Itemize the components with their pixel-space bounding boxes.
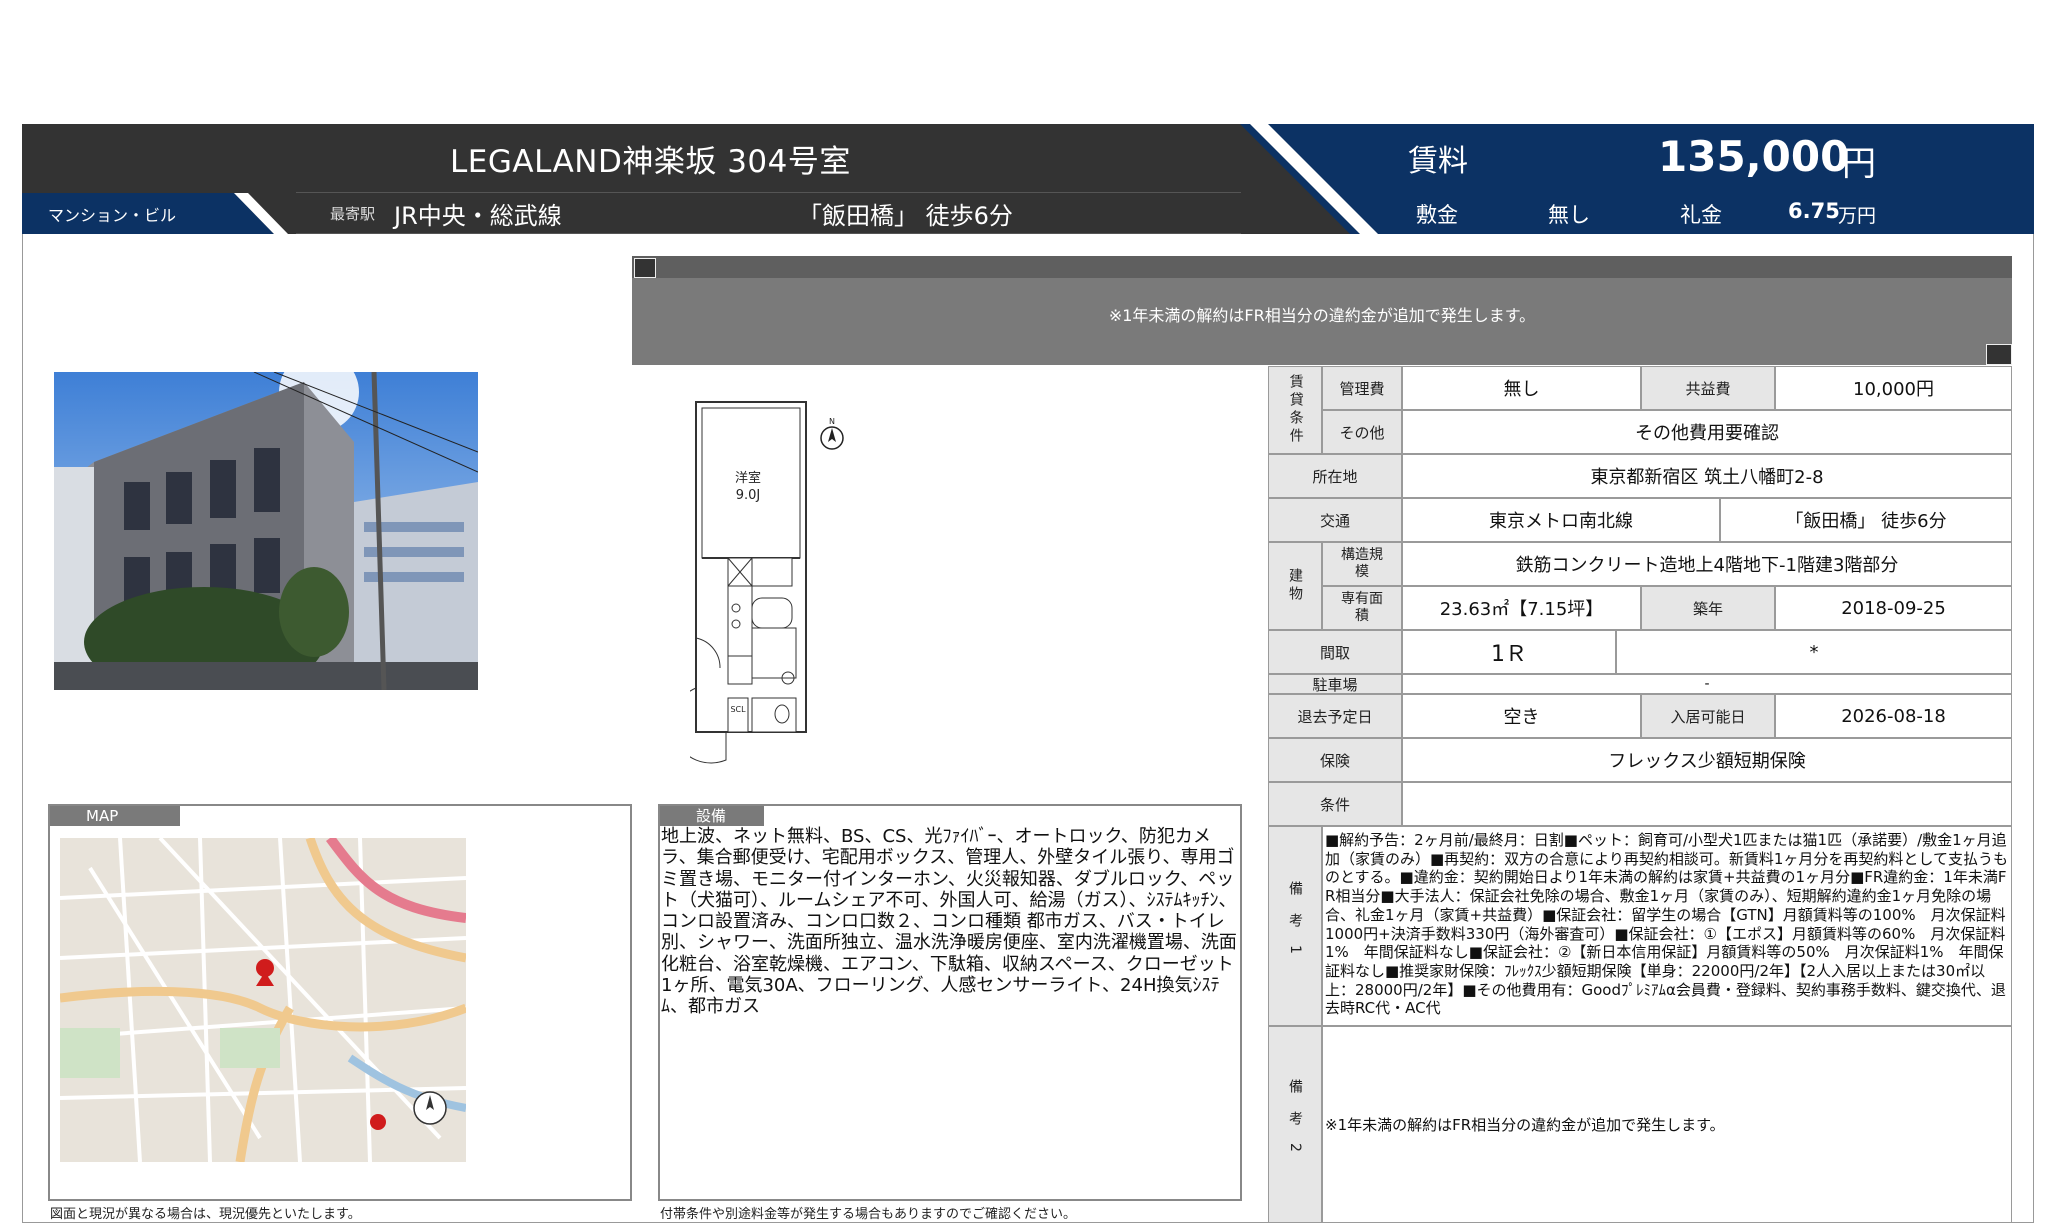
rent-terms-label: 賃貸条件 [1268, 366, 1322, 454]
parking-label: 駐車場 [1268, 674, 1402, 694]
header-divider [1240, 124, 1410, 234]
address-value: 東京都新宿区 筑土八幡町2-8 [1402, 454, 2012, 498]
management-fee-value: 無し [1402, 366, 1641, 410]
deposit-value: 無し [1548, 203, 1590, 227]
remarks1-text: ■解約予告：2ヶ月前/最終月：日割■ペット：飼育可/小型犬1匹または猫1匹（承諾… [1325, 831, 2008, 1018]
insurance-label: 保険 [1268, 738, 1402, 782]
layout-value: 1Ｒ [1402, 630, 1616, 674]
address-label: 所在地 [1268, 454, 1402, 498]
structure-label: 構造規模 [1322, 542, 1402, 586]
insurance-value: フレックス少額短期保険 [1402, 738, 2012, 782]
notice-banner-strip [632, 256, 2012, 278]
closet-label: SCL [730, 705, 746, 714]
north-label: N [829, 417, 835, 426]
management-fee-label: 管理費 [1322, 366, 1402, 410]
station-label: 最寄駅 [330, 205, 376, 223]
layout-label: 間取 [1268, 630, 1402, 674]
room-label: 洋室 [735, 470, 761, 486]
vacate-date-value: 空き [1402, 694, 1641, 738]
rent-value: 135,000 [1658, 132, 1850, 181]
key-money-unit: 万円 [1838, 205, 1877, 227]
rent-label: 賃料 [1408, 144, 1468, 179]
parking-value: - [1402, 674, 2012, 694]
conditions-value [1402, 782, 2012, 826]
area-label: 専有面積 [1322, 586, 1402, 630]
equipment-footnote: 付帯条件や別途料金等が発生する場合もありますのでご確認ください。 [660, 1207, 1077, 1222]
equipment-text: 地上波、ネット無料、BS、CS、光ﾌｧｲﾊﾞｰ、オートロック、防犯カメラ、集合郵… [661, 826, 1237, 1018]
building-label: 建物 [1268, 542, 1322, 630]
map-tab: MAP [50, 806, 180, 826]
building-photo [54, 372, 478, 690]
deposit-label: 敷金 [1416, 203, 1458, 227]
key-money-value: 6.75 [1788, 199, 1840, 223]
area-map[interactable] [60, 838, 466, 1162]
remarks2-label: 備考2 [1268, 1026, 1322, 1223]
rent-unit: 円 [1842, 144, 1876, 184]
property-type: マンション・ビル [48, 206, 177, 225]
station-walk: 「飯田橋」 徒歩6分 [798, 202, 1013, 230]
other-fee-label: その他 [1322, 410, 1402, 454]
built-year-value: 2018-09-25 [1775, 586, 2012, 630]
other-fee-value: その他費用要確認 [1402, 410, 2012, 454]
notice-corner-mark [634, 258, 656, 278]
property-info-table: 賃貸条件 管理費 無し 共益費 10,000円 その他 その他費用要確認 所在地… [1268, 366, 2012, 1223]
notice-text: ※1年未満の解約はFR相当分の違約金が追加で発生します。 [1108, 306, 1536, 325]
common-fee-label: 共益費 [1641, 366, 1775, 410]
remarks1-box: ■解約予告：2ヶ月前/最終月：日割■ペット：飼育可/小型犬1匹または猫1匹（承諾… [1322, 826, 2012, 1026]
vacate-date-label: 退去予定日 [1268, 694, 1402, 738]
move-in-date-value: 2026-08-18 [1775, 694, 2012, 738]
property-title: LEGALAND神楽坂 304号室 [450, 144, 851, 180]
room-size: 9.0J [736, 488, 761, 503]
move-in-date-label: 入居可能日 [1641, 694, 1775, 738]
conditions-label: 条件 [1268, 782, 1402, 826]
key-money-label: 礼金 [1680, 203, 1722, 227]
area-value: 23.63㎡【7.15坪】 [1402, 586, 1641, 630]
common-fee-value: 10,000円 [1775, 366, 2012, 410]
station-line: JR中央・総武線 [394, 202, 562, 230]
structure-value: 鉄筋コンクリート造地上4階地下-1階建3階部分 [1402, 542, 2012, 586]
remarks1-label: 備考1 [1268, 826, 1322, 1026]
remarks2-text: ※1年未満の解約はFR相当分の違約金が追加で発生します。 [1322, 1026, 2012, 1223]
floor-plan: 洋室 9.0J SCL N [690, 401, 844, 764]
transport-line: 東京メトロ南北線 [1402, 498, 1720, 542]
built-year-label: 築年 [1641, 586, 1775, 630]
transport-walk: 「飯田橋」 徒歩6分 [1720, 498, 2012, 542]
map-footnote: 図面と現況が異なる場合は、現況優先といたします。 [50, 1207, 361, 1222]
transport-label: 交通 [1268, 498, 1402, 542]
layout-extra: * [1616, 630, 2012, 674]
equipment-tab: 設備 [660, 806, 764, 826]
notice-corner-mark [1986, 344, 2012, 365]
